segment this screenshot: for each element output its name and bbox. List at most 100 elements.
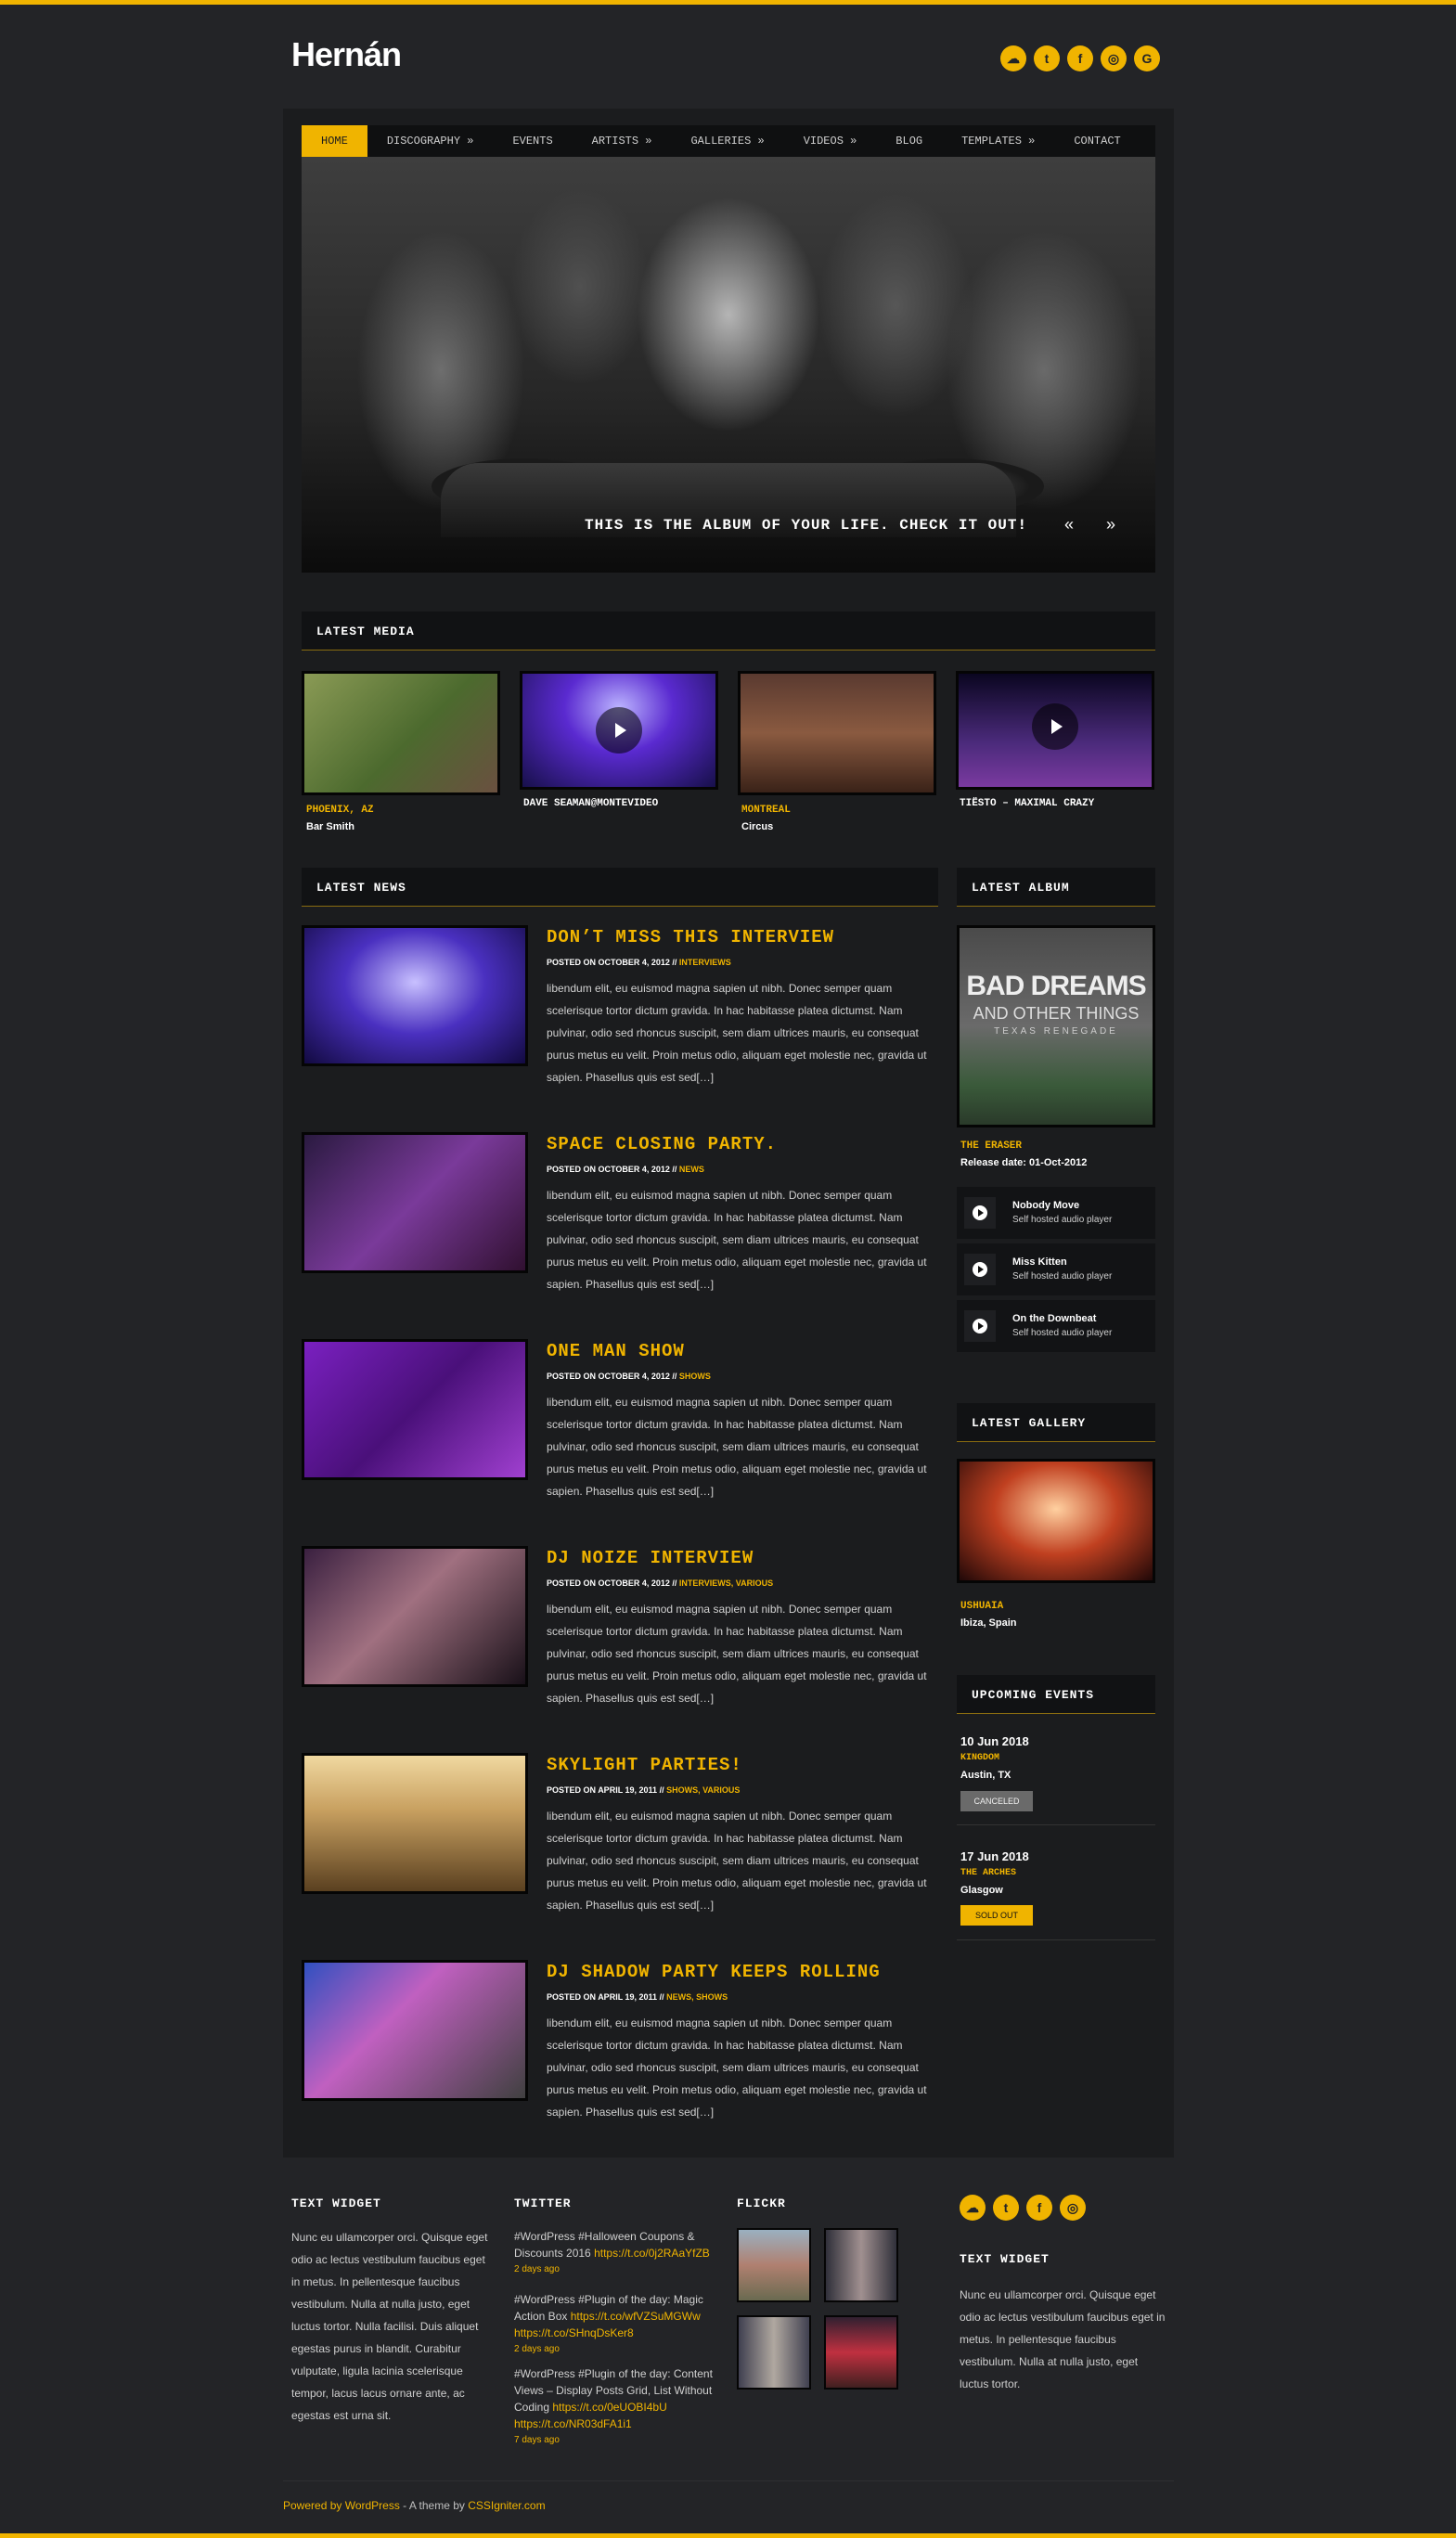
media-title-3: Circus [741,821,774,832]
news-meta-1: POSTED ON OCTOBER 4, 2012 // INTERVIEWS [547,958,731,967]
slider-next-button[interactable]: » [1106,515,1115,535]
hero-slider[interactable]: THIS IS THE ALBUM OF YOUR LIFE. CHECK IT… [302,157,1155,573]
album-cover-artist: TEXAS RENEGADE [994,1026,1118,1037]
news-thumb-6[interactable] [302,1960,528,2101]
event-city: Glasgow [960,1885,1003,1896]
slider-caption[interactable]: THIS IS THE ALBUM OF YOUR LIFE. CHECK IT… [585,517,1027,534]
tweet: #WordPress #Plugin of the day: Magic Act… [514,2291,718,2358]
tweet-time[interactable]: 2 days ago [514,2341,718,2358]
track-title: Nobody Move [1012,1200,1080,1211]
news-category[interactable]: NEWS [679,1165,704,1174]
track-title: Miss Kitten [1012,1256,1067,1268]
event-status-badge[interactable]: CANCELED [960,1791,1033,1811]
flickr-photo[interactable] [824,2315,898,2390]
facebook-icon[interactable]: f [1067,45,1093,71]
latest-news-header: LATEST NEWS [302,868,938,907]
flickr-photo[interactable] [737,2315,811,2390]
news-category[interactable]: SHOWS [679,1372,711,1381]
media-location-1[interactable]: PHOENIX, AZ [306,805,374,816]
news-thumb-2[interactable] [302,1132,528,1273]
track-item: On the Downbeat Self hosted audio player [957,1300,1155,1352]
news-title-3[interactable]: ONE MAN SHOW [547,1341,685,1361]
play-icon[interactable] [596,707,642,754]
event-date: 10 Jun 2018 [960,1734,1029,1748]
nav-blog[interactable]: BLOG [876,125,942,157]
flickr-photo[interactable] [737,2228,811,2302]
news-title-6[interactable]: DJ SHADOW PARTY KEEPS ROLLING [547,1962,881,1982]
gallery-name[interactable]: USHUAIA [960,1601,1003,1612]
news-meta-4: POSTED ON OCTOBER 4, 2012 // INTERVIEWS,… [547,1578,774,1588]
media-thumb-3[interactable] [738,671,936,795]
news-excerpt-4: libendum elit, eu euismod magna sapien u… [547,1603,927,1705]
event-city: Austin, TX [960,1770,1011,1781]
media-thumb-4[interactable] [956,671,1154,790]
news-title-4[interactable]: DJ NOIZE INTERVIEW [547,1548,754,1568]
tweet: #WordPress #Halloween Coupons & Discount… [514,2228,718,2278]
news-category[interactable]: NEWS, SHOWS [666,1992,728,2002]
instagram-icon[interactable]: ◎ [1101,45,1127,71]
news-title-1[interactable]: DON’T MISS THIS INTERVIEW [547,927,834,947]
news-meta-6: POSTED ON APRIL 19, 2011 // NEWS, SHOWS [547,1992,728,2002]
theme-author-link[interactable]: CSSIgniter.com [468,2499,545,2512]
tweet-link[interactable]: https://t.co/0j2RAaYfZB [594,2247,710,2260]
gallery-thumb[interactable] [957,1459,1155,1583]
event-venue[interactable]: THE ARCHES [960,1868,1016,1878]
google-icon[interactable]: G [1134,45,1160,71]
latest-gallery-header: LATEST GALLERY [957,1403,1155,1442]
track-item: Nobody Move Self hosted audio player [957,1187,1155,1239]
facebook-icon[interactable]: f [1026,2195,1052,2221]
album-cover-subtitle: AND OTHER THINGS [973,1004,1140,1023]
news-excerpt-2: libendum elit, eu euismod magna sapien u… [547,1189,927,1291]
news-category[interactable]: SHOWS, VARIOUS [666,1785,740,1795]
flickr-photo[interactable] [824,2228,898,2302]
nav-galleries[interactable]: GALLERIES » [671,125,783,157]
news-excerpt-6: libendum elit, eu euismod magna sapien u… [547,2016,927,2119]
nav-discography[interactable]: DISCOGRAPHY » [367,125,494,157]
event-venue[interactable]: KINGDOM [960,1753,999,1763]
section-title: LATEST ALBUM [972,881,1070,895]
media-location-3[interactable]: MONTREAL [741,805,791,816]
media-title-2[interactable]: DAVE SEAMAN@MONTEVIDEO [523,798,658,809]
news-thumb-5[interactable] [302,1753,528,1894]
tweet-time[interactable]: 2 days ago [514,2261,718,2278]
album-name[interactable]: THE ERASER [960,1140,1022,1152]
soundcloud-icon[interactable]: ☁ [1000,45,1026,71]
media-title-4[interactable]: TIËSTO – MAXIMAL CRAZY [960,798,1094,809]
play-button[interactable] [964,1254,996,1285]
news-title-5[interactable]: SKYLIGHT PARTIES! [547,1755,742,1775]
powered-by-link[interactable]: Powered by WordPress [283,2499,400,2512]
nav-events[interactable]: EVENTS [493,125,572,157]
nav-artists[interactable]: ARTISTS » [573,125,672,157]
news-category[interactable]: INTERVIEWS, VARIOUS [679,1578,773,1588]
play-button[interactable] [964,1197,996,1229]
section-title: LATEST GALLERY [972,1416,1087,1430]
slider-prev-button[interactable]: « [1064,515,1074,535]
tweet: #WordPress #Plugin of the day: Content V… [514,2365,718,2449]
section-title: LATEST NEWS [316,881,406,895]
sidebar: LATEST ALBUM BAD DREAMS AND OTHER THINGS… [957,868,1155,2167]
news-thumb-4[interactable] [302,1546,528,1687]
media-thumb-2[interactable] [520,671,718,790]
tweet-time[interactable]: 7 days ago [514,2432,718,2449]
twitter-icon[interactable]: t [993,2195,1019,2221]
footer-social-links: ☁ t f ◎ [960,2195,1086,2221]
site-logo[interactable]: Hernán [291,35,402,74]
news-thumb-3[interactable] [302,1339,528,1480]
media-thumb-1[interactable] [302,671,500,795]
instagram-icon[interactable]: ◎ [1060,2195,1086,2221]
album-cover[interactable]: BAD DREAMS AND OTHER THINGS TEXAS RENEGA… [957,925,1155,1127]
nav-videos[interactable]: VIDEOS » [784,125,877,157]
footer-text-widget-body: Nunc eu ullamcorper orci. Quisque eget o… [291,2231,488,2422]
upcoming-events-header: UPCOMING EVENTS [957,1675,1155,1714]
play-icon[interactable] [1032,703,1078,750]
news-category[interactable]: INTERVIEWS [679,958,731,967]
play-button[interactable] [964,1310,996,1342]
soundcloud-icon[interactable]: ☁ [960,2195,986,2221]
event-status-badge[interactable]: SOLD OUT [960,1905,1033,1926]
nav-contact[interactable]: CONTACT [1054,125,1140,157]
news-title-2[interactable]: SPACE CLOSING PARTY. [547,1134,777,1154]
nav-templates[interactable]: TEMPLATES » [942,125,1054,157]
news-thumb-1[interactable] [302,925,528,1066]
twitter-icon[interactable]: t [1034,45,1060,71]
nav-home[interactable]: HOME [302,125,367,157]
